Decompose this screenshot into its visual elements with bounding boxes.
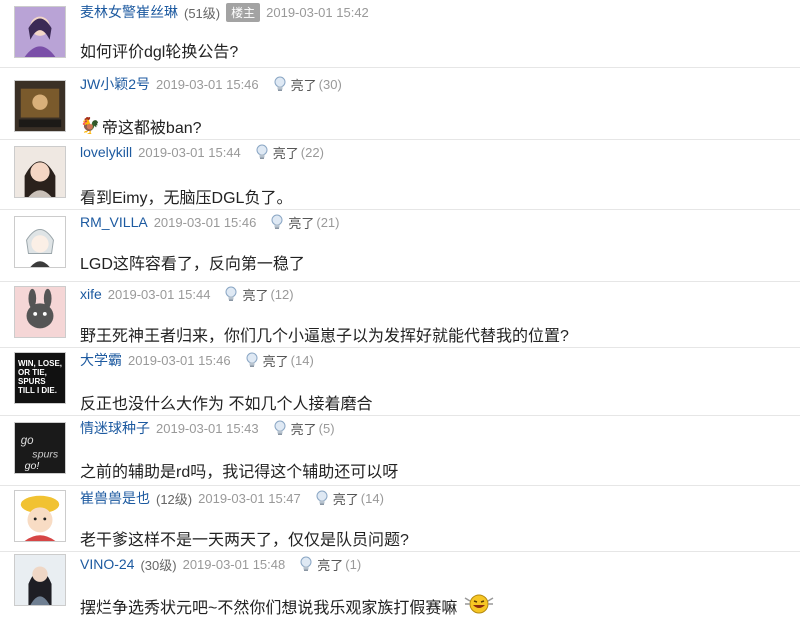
lightbulb-icon — [245, 352, 259, 368]
post-content: 🐓 帝这都被ban? — [80, 114, 202, 138]
post-content: 老干爹这样不是一天两天了，仅仅是队员问题? — [80, 532, 409, 549]
post-time: 2019-03-01 15:44 — [107, 286, 211, 302]
post-text: 摆烂争选秀状元吧~不然你们想说我乐观家族打假赛嘛 — [80, 599, 458, 617]
reply-item: WIN, LOSE, OR TIE, SPURS TILL I DIE. 大学霸… — [0, 348, 800, 416]
user-level: (12级) — [156, 491, 193, 507]
light-label: 亮了 — [288, 215, 315, 231]
light-button[interactable]: 亮了 (22) — [255, 143, 324, 162]
avatar[interactable]: WIN, LOSE, OR TIE, SPURS TILL I DIE. — [14, 352, 66, 404]
light-button[interactable]: 亮了 (14) — [315, 489, 384, 508]
username-link[interactable]: 大学霸 — [80, 350, 122, 370]
user-level: (30级) — [140, 557, 177, 573]
post-time: 2019-03-01 15:44 — [138, 144, 241, 160]
username-link[interactable]: VINO-24 — [80, 556, 134, 572]
reply-item: go spurs go! 情迷球种子 2019-03-01 15:43 亮了 (5)… — [0, 416, 800, 486]
username-link[interactable]: RM_VILLA — [80, 214, 148, 230]
avatar[interactable] — [14, 80, 66, 132]
lightbulb-icon — [315, 490, 329, 506]
light-button[interactable]: 亮了 (14) — [245, 351, 314, 370]
avatar[interactable] — [14, 286, 66, 338]
op-badge: 楼主 — [226, 2, 261, 22]
light-count: (14) — [360, 490, 384, 506]
post-meta: 麦林女警崔丝琳 (51级) 楼主 2019-03-01 15:42 — [80, 0, 383, 24]
light-label: 亮了 — [317, 557, 344, 573]
post-content: LGD这阵容看了，反向第一稳了 — [80, 256, 305, 273]
post-content: 如何评价dgl轮换公告? — [80, 44, 239, 61]
light-count: (22) — [300, 144, 324, 160]
laughing-face-emoji-icon — [461, 592, 497, 619]
post-time: 2019-03-01 15:46 — [153, 214, 257, 230]
avatar[interactable] — [14, 6, 66, 58]
post-meta: lovelykill 2019-03-01 15:44 亮了 (22) — [80, 140, 324, 164]
light-label: 亮了 — [290, 421, 317, 437]
post-time: 2019-03-01 15:46 — [128, 352, 231, 368]
post-meta: 崔兽兽是也 (12级) 2019-03-01 15:47 亮了 (14) — [80, 486, 384, 510]
username-link[interactable]: 麦林女警崔丝琳 — [80, 2, 178, 22]
light-count: (5) — [318, 420, 335, 436]
svg-text:go: go — [21, 435, 34, 447]
user-level: (51级) — [184, 5, 221, 21]
light-count: (21) — [316, 214, 340, 230]
light-count: (1) — [345, 556, 362, 572]
post-content: 看到Eimy，无脑压DGL负了。 — [80, 190, 293, 207]
light-button[interactable]: 亮了 (12) — [224, 285, 294, 304]
username-link[interactable]: xife — [80, 286, 102, 302]
light-count: (30) — [318, 76, 342, 92]
light-label: 亮了 — [290, 77, 317, 93]
reply-item: 崔兽兽是也 (12级) 2019-03-01 15:47 亮了 (14) 老干爹… — [0, 486, 800, 552]
reply-item: xife 2019-03-01 15:44 亮了 (12) 野王死神王者归来，你… — [0, 282, 800, 348]
avatar[interactable] — [14, 146, 66, 198]
post-content: 之前的辅助是rd吗，我记得这个辅助还可以呀 — [80, 464, 399, 481]
avatar[interactable] — [14, 216, 66, 268]
svg-text:go!: go! — [25, 460, 40, 472]
light-button[interactable]: 亮了 (21) — [270, 213, 340, 232]
post-meta: 大学霸 2019-03-01 15:46 亮了 (14) — [80, 348, 314, 372]
light-label: 亮了 — [272, 145, 299, 161]
light-button[interactable]: 亮了 (1) — [299, 555, 361, 574]
reply-item: JW小颖2号 2019-03-01 15:46 亮了 (30) 🐓 帝这都被ba… — [0, 68, 800, 140]
post-meta: VINO-24 (30级) 2019-03-01 15:48 亮了 (1) — [80, 552, 361, 576]
light-label: 亮了 — [242, 287, 269, 303]
reply-item: lovelykill 2019-03-01 15:44 亮了 (22) 看到Ei… — [0, 140, 800, 210]
username-link[interactable]: 崔兽兽是也 — [80, 488, 150, 508]
lightbulb-icon — [270, 214, 284, 230]
avatar[interactable] — [14, 554, 66, 606]
lightbulb-icon — [273, 420, 287, 436]
light-count: (12) — [270, 286, 294, 302]
post-content: 摆烂争选秀状元吧~不然你们想说我乐观家族打假赛嘛 — [80, 592, 497, 619]
post-time: 2019-03-01 15:46 — [156, 76, 259, 92]
username-link[interactable]: JW小颖2号 — [80, 74, 150, 94]
post-meta: JW小颖2号 2019-03-01 15:46 亮了 (30) — [80, 72, 342, 96]
post-content: 野王死神王者归来，你们几个小逼崽子以为发挥好就能代替我的位置? — [80, 328, 569, 345]
lightbulb-icon — [255, 144, 269, 160]
post-time: 2019-03-01 15:47 — [198, 490, 301, 506]
reply-item: RM_VILLA 2019-03-01 15:46 亮了 (21) LGD这阵容… — [0, 210, 800, 282]
avatar-caption: WIN, LOSE, OR TIE, SPURS TILL I DIE. — [18, 359, 62, 395]
post-meta: 情迷球种子 2019-03-01 15:43 亮了 (5) — [80, 416, 335, 440]
svg-text:spurs: spurs — [32, 449, 59, 461]
post-meta: RM_VILLA 2019-03-01 15:46 亮了 (21) — [80, 210, 340, 234]
post-content: 反正也没什么大作为 不如几个人接着磨合 — [80, 396, 373, 413]
username-link[interactable]: lovelykill — [80, 144, 132, 160]
avatar[interactable] — [14, 490, 66, 542]
light-count: (14) — [290, 352, 314, 368]
lightbulb-icon — [273, 76, 287, 92]
light-label: 亮了 — [332, 491, 359, 507]
light-button[interactable]: 亮了 (30) — [273, 75, 342, 94]
avatar[interactable]: go spurs go! — [14, 422, 66, 474]
lightbulb-icon — [224, 286, 238, 302]
light-label: 亮了 — [262, 353, 289, 369]
username-link[interactable]: 情迷球种子 — [80, 418, 150, 438]
post-time: 2019-03-01 15:42 — [266, 4, 369, 20]
reply-item: VINO-24 (30级) 2019-03-01 15:48 亮了 (1) 摆烂… — [0, 552, 800, 617]
post-op: 麦林女警崔丝琳 (51级) 楼主 2019-03-01 15:42 如何评价dg… — [0, 0, 800, 68]
post-meta: xife 2019-03-01 15:44 亮了 (12) — [80, 282, 294, 306]
rooster-emoji-icon: 🐓 — [80, 118, 100, 135]
post-time: 2019-03-01 15:43 — [156, 420, 259, 436]
post-text: 帝这都被ban? — [101, 120, 202, 137]
post-time: 2019-03-01 15:48 — [182, 556, 286, 572]
lightbulb-icon — [299, 556, 313, 572]
light-button[interactable]: 亮了 (5) — [273, 419, 335, 438]
